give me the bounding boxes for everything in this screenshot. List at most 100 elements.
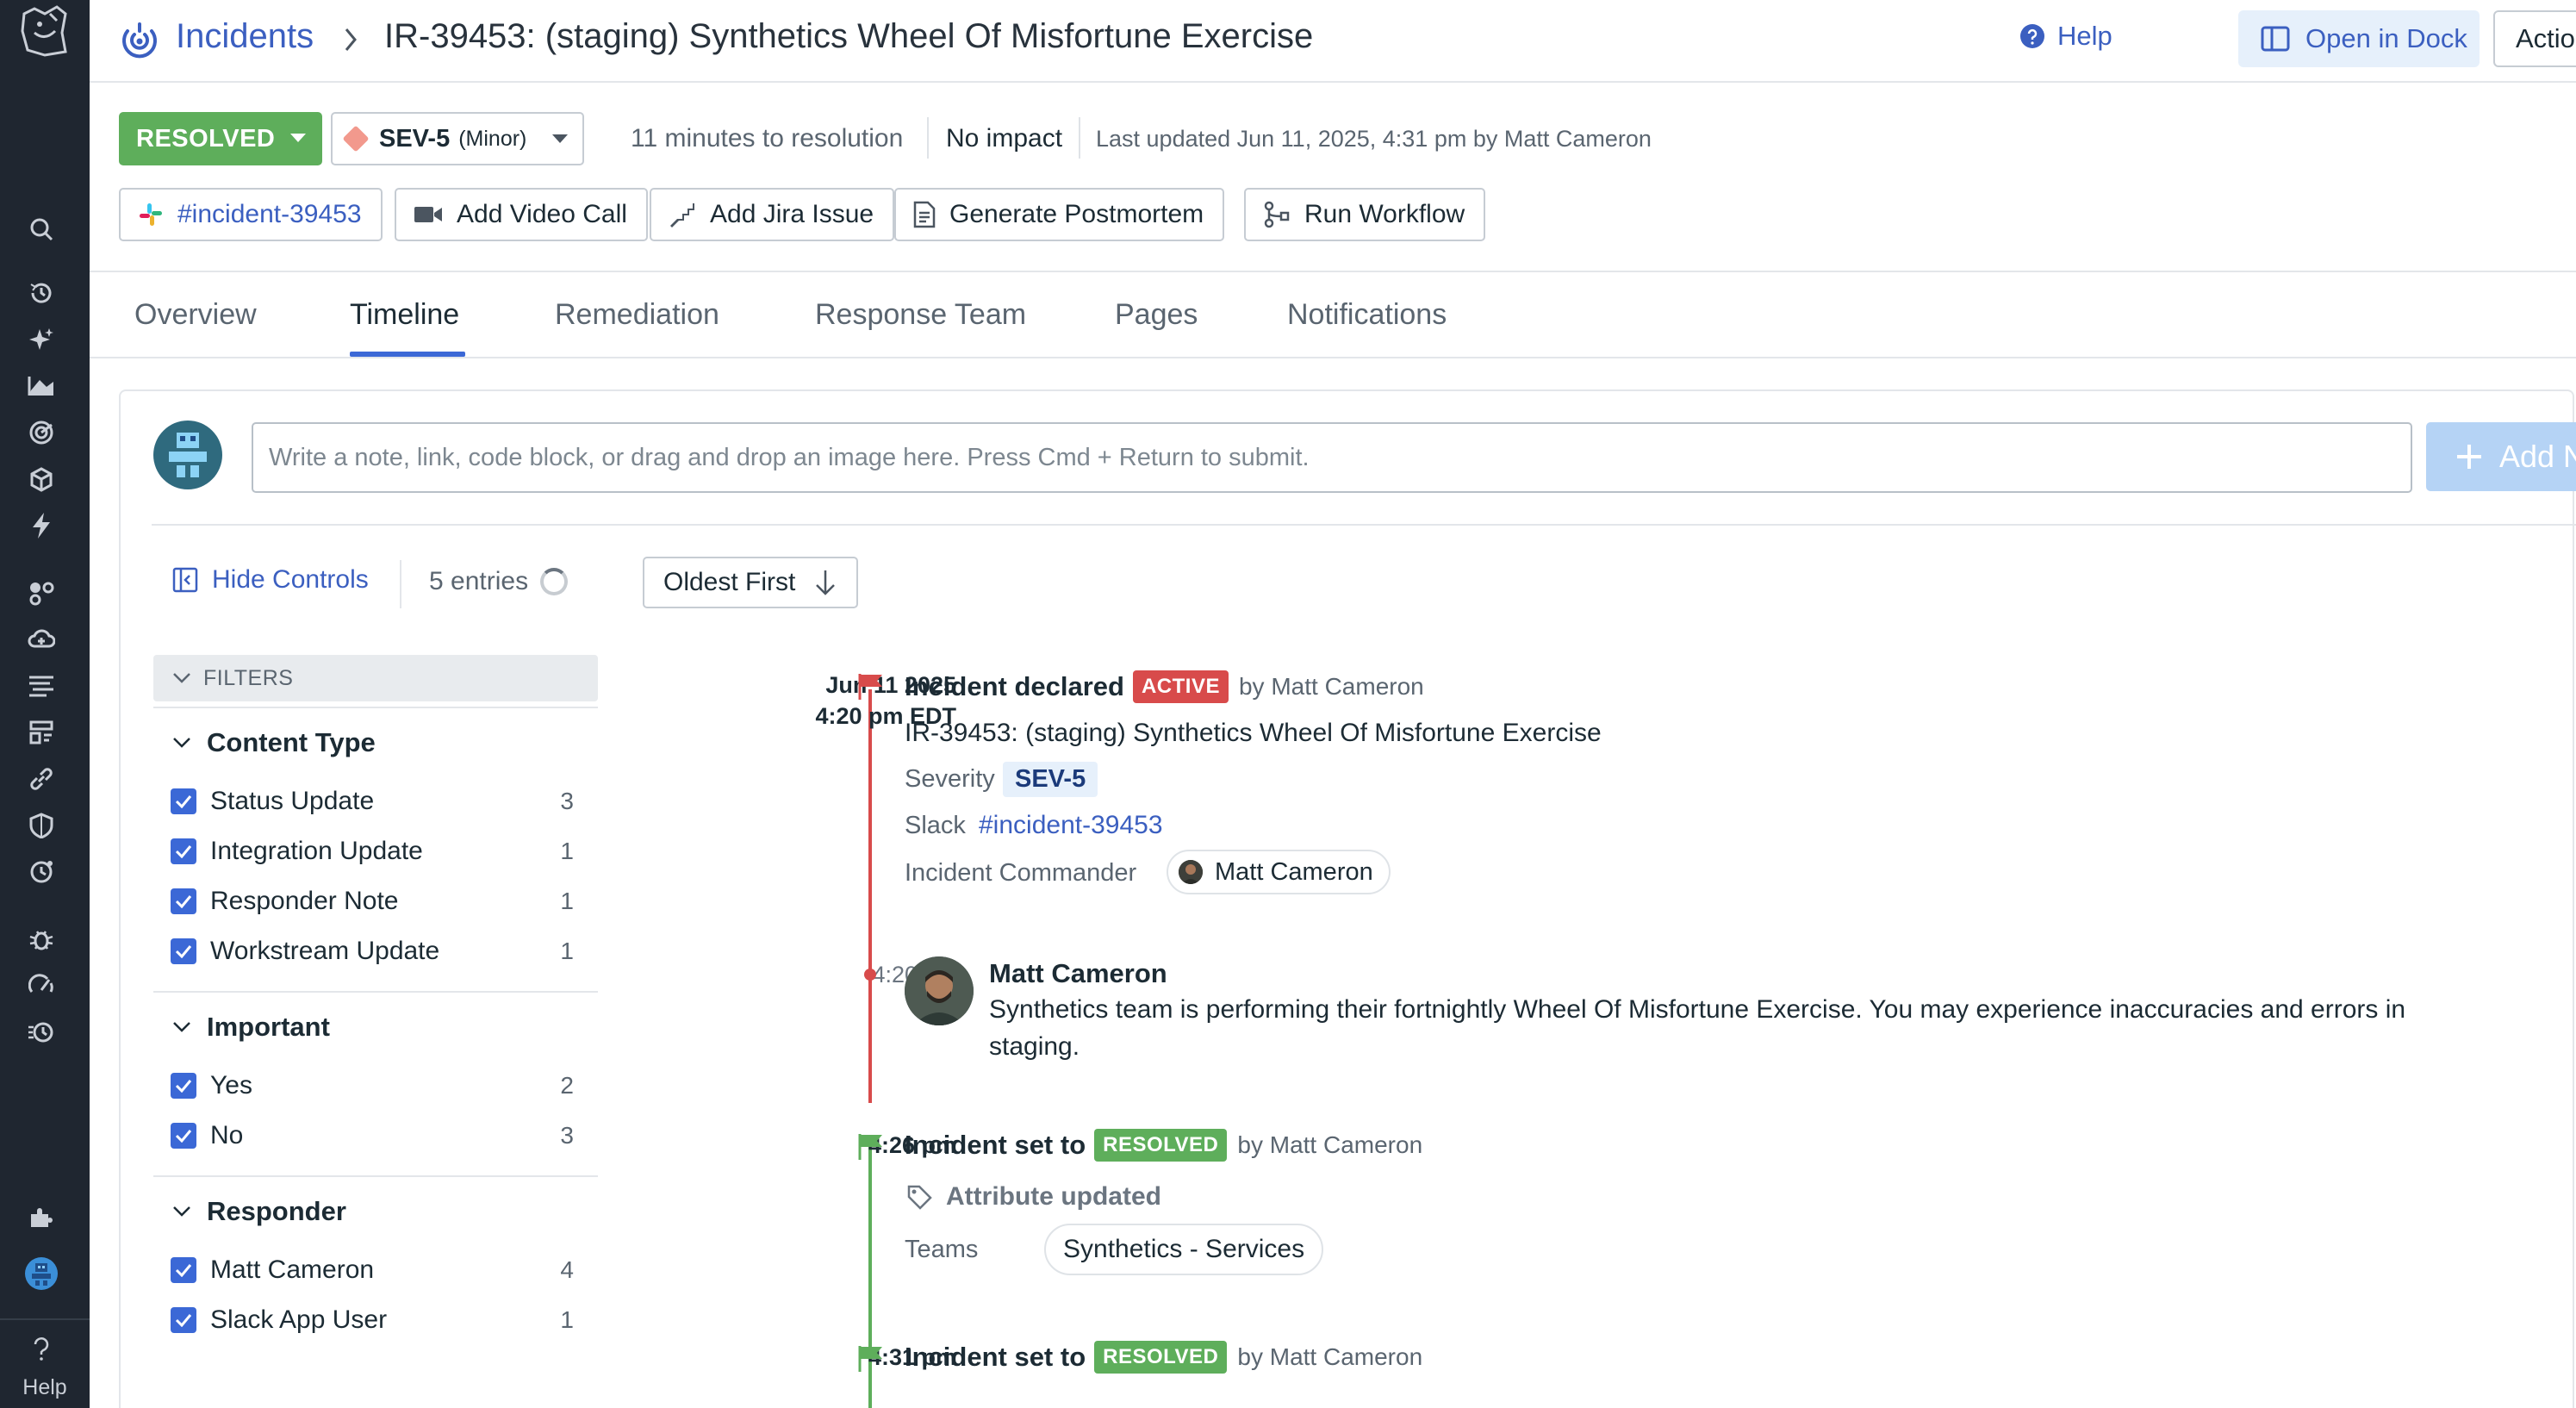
collapse-panel-icon (172, 567, 198, 593)
filter-item[interactable]: Slack App User 1 (171, 1303, 574, 1337)
avatar (1179, 860, 1203, 884)
state-dropdown[interactable]: RESOLVED (119, 112, 322, 165)
add-jira-issue-label: Add Jira Issue (710, 200, 874, 228)
bug-icon[interactable] (24, 922, 59, 956)
plus-icon (2455, 442, 2484, 471)
search-icon[interactable] (24, 212, 59, 246)
filter-item[interactable]: Responder Note 1 (171, 884, 574, 919)
add-jira-issue-button[interactable]: Add Jira Issue (650, 188, 895, 241)
tab-overview[interactable]: Overview (134, 298, 257, 332)
filter-item-count: 1 (560, 838, 574, 864)
filter-item[interactable]: No 3 (171, 1118, 574, 1153)
filter-item-label: Slack App User (210, 1305, 388, 1334)
note-body: Synthetics team is performing their fort… (989, 995, 2406, 1061)
filter-group-title: Important (207, 1012, 330, 1042)
slack-channel-link[interactable]: #incident-39453 (979, 811, 1163, 840)
timeline-dot (864, 969, 876, 981)
integrations-icon[interactable] (24, 1199, 59, 1234)
breadcrumb-incidents[interactable]: Incidents (176, 17, 314, 56)
timeline-entry-title: Incident declared ACTIVE by Matt Cameron (905, 670, 1424, 703)
checkbox-checked-icon[interactable] (171, 838, 196, 864)
help-link[interactable]: Help (2019, 21, 2112, 52)
tab-timeline[interactable]: Timeline (350, 298, 459, 332)
commander-pill[interactable]: Matt Cameron (1167, 850, 1391, 894)
filter-item-label: No (210, 1121, 244, 1149)
run-workflow-button[interactable]: Run Workflow (1244, 188, 1486, 241)
logs-icon[interactable] (24, 669, 59, 703)
severity-dropdown[interactable]: SEV-5 (Minor) (331, 112, 584, 165)
add-note-button[interactable]: Add Note (2426, 422, 2576, 491)
filter-group-title: Responder (207, 1196, 346, 1226)
link-icon[interactable] (24, 762, 59, 796)
filter-item[interactable]: Matt Cameron 4 (171, 1253, 574, 1287)
history-icon[interactable] (24, 276, 59, 310)
timeline-entry-title: Incident set to RESOLVED by Matt Cameron (905, 1341, 1422, 1374)
entry-title: Incident set to (905, 1130, 1086, 1160)
sparkle-icon[interactable] (24, 322, 59, 357)
checkbox-checked-icon[interactable] (171, 1073, 196, 1099)
controls-divider (400, 560, 401, 608)
cluster-icon[interactable] (24, 576, 59, 610)
checkbox-checked-icon[interactable] (171, 938, 196, 964)
tab-notifications[interactable]: Notifications (1287, 298, 1447, 332)
security-icon[interactable] (24, 808, 59, 843)
entry-title: Incident set to (905, 1342, 1086, 1372)
help-question-icon[interactable] (24, 1332, 59, 1367)
target-icon[interactable] (24, 415, 59, 450)
hide-controls-button[interactable]: Hide Controls (172, 565, 369, 595)
account-icon[interactable] (24, 1256, 59, 1291)
actions-label: Actions (2516, 23, 2576, 53)
open-in-dock-button[interactable]: Open in Dock (2238, 10, 2480, 67)
filter-item[interactable]: Status Update 3 (171, 784, 574, 819)
datadog-logo-icon[interactable] (16, 2, 74, 60)
filter-item[interactable]: Workstream Update 1 (171, 934, 574, 969)
chart-icon[interactable] (24, 369, 59, 403)
synthetics-icon[interactable] (24, 1015, 59, 1050)
bolt-icon[interactable] (24, 508, 59, 543)
filter-item-count: 3 (560, 788, 574, 814)
filter-item-label: Workstream Update (210, 937, 440, 965)
filter-item[interactable]: Integration Update 1 (171, 834, 574, 869)
add-video-call-button[interactable]: Add Video Call (395, 188, 648, 241)
package-icon[interactable] (24, 462, 59, 496)
dock-panel-icon (2261, 26, 2290, 52)
filter-group-responder[interactable]: Responder (172, 1196, 346, 1227)
sidebar-help-label[interactable]: Help (0, 1375, 90, 1400)
team-pill[interactable]: Synthetics - Services (1044, 1224, 1324, 1275)
help-label: Help (2057, 21, 2112, 51)
filters-header-label: FILTERS (203, 665, 294, 690)
status-divider (1079, 117, 1080, 159)
cloud-icon[interactable] (24, 622, 59, 657)
help-circle-icon (2019, 23, 2045, 49)
checkbox-checked-icon[interactable] (171, 788, 196, 814)
filter-item-label: Integration Update (210, 837, 423, 865)
page-header: Incidents IR-39453: (staging) Synthetics… (90, 0, 2576, 83)
tab-remediation[interactable]: Remediation (555, 298, 719, 332)
note-input[interactable] (252, 422, 2412, 493)
filter-item-label: Matt Cameron (210, 1255, 375, 1284)
slack-channel-button[interactable]: #incident-39453 (119, 188, 383, 241)
tab-response-team[interactable]: Response Team (815, 298, 1026, 332)
impact-status[interactable]: No impact (946, 124, 1062, 153)
generate-postmortem-button[interactable]: Generate Postmortem (894, 188, 1225, 241)
sort-order-button[interactable]: Oldest First (643, 557, 858, 608)
filter-item[interactable]: Yes 2 (171, 1068, 574, 1103)
add-note-label: Add Note (2498, 439, 2576, 474)
avatar (905, 956, 974, 1025)
slack-icon (138, 202, 164, 227)
checkbox-checked-icon[interactable] (171, 1307, 196, 1333)
checkbox-checked-icon[interactable] (171, 1123, 196, 1149)
severity-value: SEV-5 (379, 124, 451, 153)
filter-group-important[interactable]: Important (172, 1012, 330, 1043)
checkbox-checked-icon[interactable] (171, 1257, 196, 1283)
actions-dropdown[interactable]: Actions (2493, 10, 2576, 67)
filters-toggle[interactable]: FILTERS (153, 655, 598, 701)
rum-icon[interactable] (24, 855, 59, 889)
apm-icon[interactable] (24, 715, 59, 750)
tab-pages[interactable]: Pages (1115, 298, 1198, 332)
composer-divider (152, 524, 2576, 526)
add-video-call-label: Add Video Call (457, 200, 627, 228)
filter-group-content-type[interactable]: Content Type (172, 727, 376, 758)
checkbox-checked-icon[interactable] (171, 888, 196, 914)
speed-icon[interactable] (24, 969, 59, 1003)
